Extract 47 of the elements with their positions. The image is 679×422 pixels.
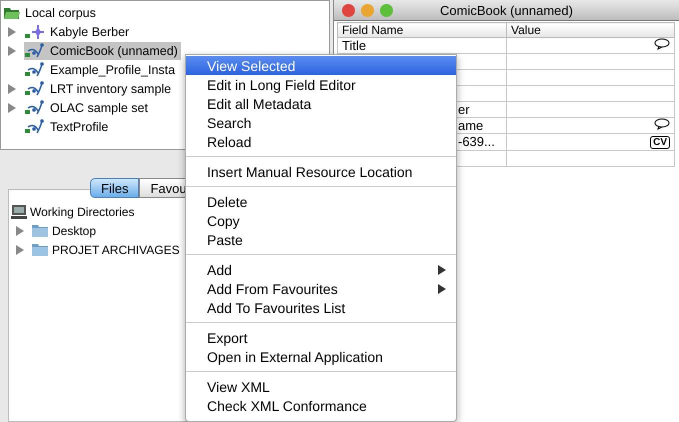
expand-arrow-icon[interactable] — [8, 46, 16, 56]
expand-arrow-icon[interactable] — [8, 102, 16, 112]
menu-item[interactable]: Add — [186, 260, 456, 279]
expand-arrow-icon[interactable] — [16, 226, 24, 236]
profile-icon — [24, 42, 46, 58]
menu-item[interactable]: Paste — [186, 230, 456, 249]
sparkle-icon — [24, 24, 46, 40]
tree-item[interactable]: Desktop — [52, 224, 96, 238]
folder-icon — [31, 224, 49, 238]
folder-icon — [3, 6, 21, 20]
tree-item[interactable]: PROJET ARCHIVAGES — [52, 242, 180, 256]
menu-item[interactable]: View Selected — [186, 56, 456, 75]
window-title: ComicBook (unnamed) — [439, 2, 574, 18]
tree-item[interactable]: ComicBook (unnamed) — [24, 42, 181, 60]
close-button[interactable] — [342, 4, 355, 16]
column-header[interactable]: Value — [506, 22, 674, 38]
tab[interactable]: Files — [90, 178, 140, 198]
tree-item[interactable]: LRT inventory sample — [24, 80, 174, 98]
menu-item[interactable]: Copy — [186, 211, 456, 230]
folder-icon — [31, 242, 49, 256]
menu-item[interactable]: Open in External Application — [186, 347, 456, 366]
zoom-button[interactable] — [380, 4, 393, 16]
tree-item[interactable]: TextProfile — [24, 118, 112, 136]
menu-item[interactable]: Export — [186, 328, 456, 347]
profile-icon — [24, 80, 46, 96]
expand-arrow-icon[interactable] — [8, 26, 16, 36]
menu-item[interactable]: Add To Favourites List — [186, 298, 456, 317]
profile-icon — [24, 100, 46, 116]
speech-bubble-icon[interactable] — [654, 38, 670, 50]
menu-item[interactable]: Add From Favourites — [186, 279, 456, 298]
tree-item[interactable]: Working Directories — [30, 204, 134, 218]
profile-icon — [24, 118, 46, 134]
profile-icon — [24, 62, 46, 78]
menu-item[interactable]: Edit in Long Field Editor — [186, 75, 456, 94]
expand-arrow-icon[interactable] — [16, 244, 24, 254]
menu-item[interactable]: Insert Manual Resource Location — [186, 162, 456, 181]
computer-icon — [11, 204, 27, 219]
tree-item[interactable]: Example_Profile_Insta — [24, 60, 178, 78]
menu-item[interactable]: View XML — [186, 377, 456, 396]
expand-arrow-icon[interactable] — [8, 84, 16, 94]
tree-item[interactable]: OLAC sample set — [24, 98, 151, 116]
column-header[interactable]: Field Name — [338, 22, 506, 38]
vocabulary-badge[interactable]: CV — [650, 136, 670, 149]
tree-item[interactable]: Local corpus — [25, 6, 96, 20]
menu-item[interactable]: Check XML Conformance — [186, 396, 456, 415]
tree-item[interactable]: Kabyle Berber — [24, 22, 132, 40]
speech-bubble-icon[interactable] — [654, 118, 670, 130]
